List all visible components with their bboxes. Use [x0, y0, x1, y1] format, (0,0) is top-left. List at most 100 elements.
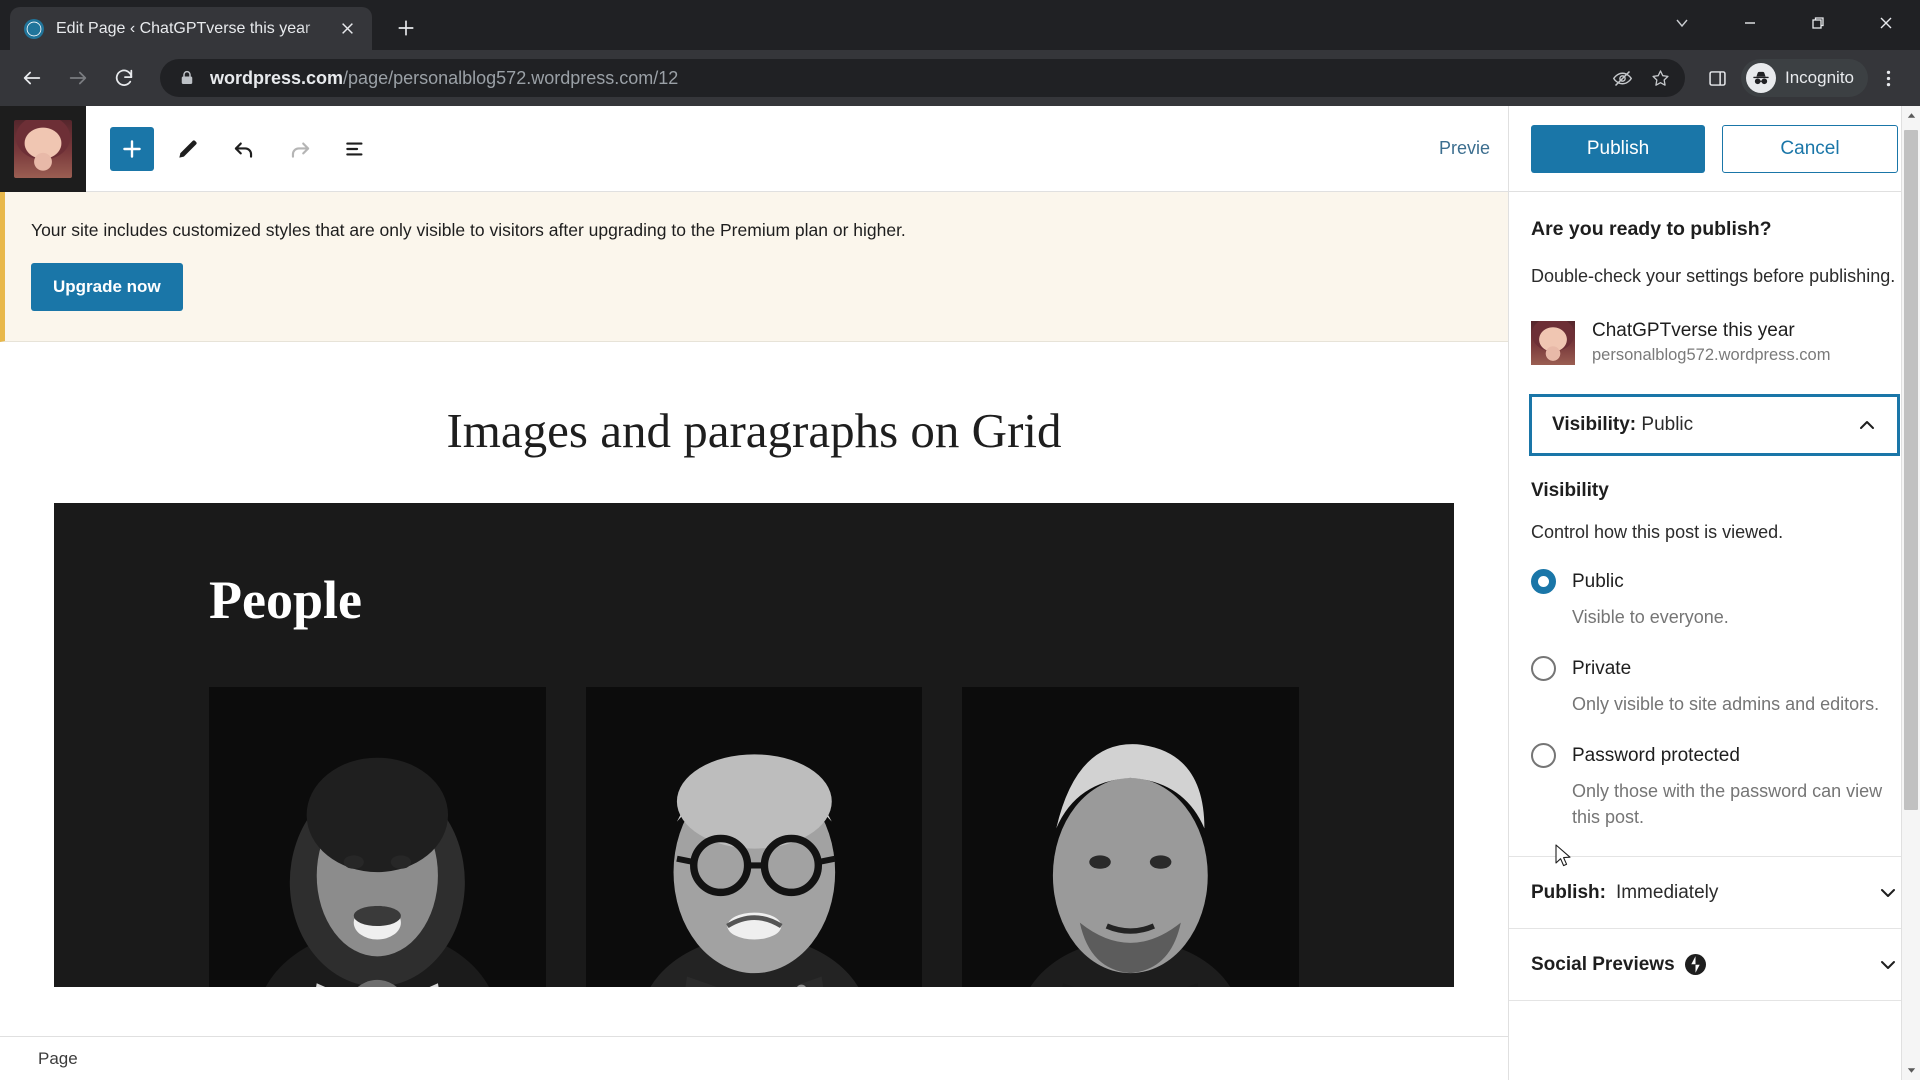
visibility-toggle[interactable]: Visibility: Public: [1529, 394, 1900, 457]
tab-title: Edit Page ‹ ChatGPTverse this year: [56, 19, 311, 37]
wordpress-icon: [24, 18, 44, 39]
chevron-down-icon: [1878, 955, 1898, 975]
social-previews-text: Social Previews: [1531, 953, 1675, 975]
radio-private-label: Private: [1572, 657, 1632, 679]
status-bar-label[interactable]: Page: [38, 1049, 78, 1069]
editor-canvas[interactable]: Images and paragraphs on Grid People: [0, 341, 1508, 1036]
chevron-down-icon: [1878, 883, 1898, 903]
ready-text: Double-check your settings before publis…: [1531, 266, 1896, 286]
site-card: ChatGPTverse this year personalblog572.w…: [1531, 319, 1898, 394]
eye-slash-icon[interactable]: [1605, 61, 1639, 95]
visibility-option-private[interactable]: Private: [1531, 656, 1898, 682]
publish-sidebar: Publish Cancel Are you ready to publish?…: [1508, 106, 1920, 1080]
publish-schedule-row[interactable]: Publish: Immediately: [1509, 857, 1920, 930]
url-domain: wordpress.com: [210, 67, 344, 88]
social-previews-row[interactable]: Social Previews: [1509, 929, 1920, 1002]
upgrade-now-button[interactable]: Upgrade now: [31, 262, 183, 311]
pencil-icon[interactable]: [166, 127, 210, 171]
radio-private-help: Only visible to site admins and editors.: [1572, 694, 1880, 715]
visibility-prefix: Visibility:: [1552, 414, 1637, 436]
ready-heading: Are you ready to publish?: [1531, 218, 1772, 240]
omnibox-actions: [1601, 61, 1677, 95]
radio-public-help: Visible to everyone.: [1572, 607, 1729, 628]
back-arrow-icon[interactable]: [12, 58, 52, 98]
tab-strip: Edit Page ‹ ChatGPTverse this year: [0, 0, 1920, 50]
restore-icon[interactable]: [1784, 0, 1852, 45]
incognito-profile-button[interactable]: Incognito: [1741, 59, 1868, 97]
chevron-down-icon[interactable]: [1648, 0, 1716, 45]
radio-public-label: Public: [1572, 570, 1624, 592]
window-controls: [1648, 0, 1920, 45]
visibility-panel-title: Visibility: [1531, 480, 1609, 502]
site-icon-button[interactable]: [0, 105, 86, 192]
jetpack-icon: [1684, 954, 1706, 976]
preview-button[interactable]: Previe: [1439, 138, 1490, 159]
radio-password-label: Password protected: [1572, 744, 1740, 766]
url-path: /page/personalblog572.wordpress.com/12: [343, 67, 679, 88]
site-thumbnail: [1531, 320, 1575, 365]
site-card-text: ChatGPTverse this year personalblog572.w…: [1592, 319, 1830, 366]
publish-prefix: Publish:: [1531, 881, 1606, 903]
publish-schedule-label: Publish: Immediately: [1531, 882, 1718, 904]
scroll-down-arrow-icon[interactable]: [1902, 1061, 1920, 1080]
page-viewport: Previe Your site includes customized sty…: [0, 105, 1920, 1080]
address-bar[interactable]: wordpress.com/page/personalblog572.wordp…: [160, 59, 1685, 97]
publish-actions: Publish Cancel: [1509, 106, 1920, 192]
people-section-block[interactable]: People: [54, 502, 1454, 987]
publish-value: Immediately: [1615, 881, 1719, 903]
browser-toolbar: wordpress.com/page/personalblog572.wordp…: [0, 50, 1920, 106]
visibility-value: Public: [1641, 414, 1694, 436]
lock-icon: [178, 69, 196, 87]
undo-arrow-icon[interactable]: [222, 127, 266, 171]
sidebar-scrollbar[interactable]: [1901, 106, 1920, 1080]
browser-tab[interactable]: Edit Page ‹ ChatGPTverse this year: [10, 7, 372, 50]
minimize-icon[interactable]: [1716, 0, 1784, 45]
editor-toolbar: [86, 126, 390, 171]
visibility-option-public[interactable]: Public: [1531, 569, 1898, 595]
publish-sidebar-body: Are you ready to publish? Double-check y…: [1509, 192, 1920, 1080]
photo-man-glasses[interactable]: [585, 686, 923, 987]
new-tab-button[interactable]: [386, 8, 426, 48]
incognito-label: Incognito: [1785, 68, 1854, 87]
redo-arrow-icon[interactable]: [278, 127, 322, 171]
list-view-icon[interactable]: [334, 127, 378, 171]
social-previews-label: Social Previews: [1531, 954, 1706, 976]
add-block-button[interactable]: [110, 126, 154, 171]
section-heading[interactable]: People: [54, 569, 1454, 631]
side-panel-icon[interactable]: [1697, 58, 1737, 98]
scroll-up-arrow-icon[interactable]: [1902, 106, 1920, 125]
radio-password-protected[interactable]: [1531, 743, 1556, 769]
ready-section: Are you ready to publish? Double-check y…: [1509, 192, 1920, 394]
publish-button[interactable]: Publish: [1531, 124, 1705, 173]
editor-column: Previe Your site includes customized sty…: [0, 105, 1508, 1080]
site-url: personalblog572.wordpress.com: [1592, 345, 1831, 364]
cancel-button[interactable]: Cancel: [1722, 124, 1898, 173]
close-window-icon[interactable]: [1852, 0, 1920, 45]
reload-icon[interactable]: [104, 58, 144, 98]
close-icon[interactable]: [334, 16, 360, 42]
radio-public[interactable]: [1531, 569, 1556, 595]
wp-editor-header: Previe: [0, 105, 1508, 192]
scrollbar-thumb[interactable]: [1904, 130, 1918, 810]
photo-young-man[interactable]: [962, 686, 1299, 987]
chevron-up-icon: [1857, 415, 1877, 435]
star-icon[interactable]: [1643, 61, 1677, 95]
visibility-option-password[interactable]: Password protected: [1531, 743, 1898, 769]
site-avatar: [14, 119, 72, 178]
notice-text: Your site includes customized styles tha…: [31, 220, 906, 240]
visibility-toggle-label: Visibility: Public: [1552, 414, 1693, 436]
radio-password-help: Only those with the password can view th…: [1572, 781, 1883, 828]
forward-arrow-icon[interactable]: [58, 58, 98, 98]
page-title[interactable]: Images and paragraphs on Grid: [0, 342, 1508, 503]
incognito-icon: [1746, 63, 1776, 93]
url-text: wordpress.com/page/personalblog572.wordp…: [210, 68, 1601, 89]
premium-upgrade-notice: Your site includes customized styles tha…: [0, 192, 1508, 342]
radio-private[interactable]: [1531, 656, 1556, 682]
editor-status-bar: Page: [0, 1036, 1508, 1080]
visibility-panel: Visibility Control how this post is view…: [1509, 456, 1920, 830]
site-name: ChatGPTverse this year: [1592, 320, 1795, 342]
photo-woman-smiling[interactable]: [209, 686, 546, 987]
photo-grid: [54, 686, 1454, 987]
browser-window: Edit Page ‹ ChatGPTverse this year wordp…: [0, 0, 1920, 1080]
three-dot-menu-icon[interactable]: [1868, 58, 1908, 98]
